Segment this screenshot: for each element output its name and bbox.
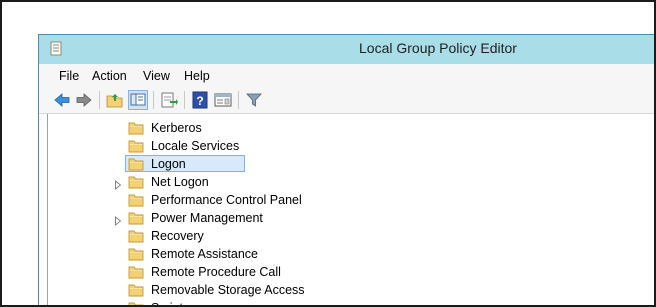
tree-item-label: Power Management: [151, 211, 263, 225]
tree-item-label: Kerberos: [151, 121, 202, 135]
toolbar: ?: [39, 87, 654, 114]
tree-item-label: Locale Services: [151, 139, 240, 153]
tree-item[interactable]: Remote Assistance: [48, 245, 648, 263]
tree-item-label: Remote Procedure Call: [151, 265, 281, 279]
menu-help[interactable]: Help: [184, 69, 210, 83]
folder-icon: [128, 301, 144, 305]
tree-item[interactable]: Recovery: [48, 227, 648, 245]
tree-item[interactable]: Remote Procedure Call: [48, 263, 648, 281]
folder-icon: [128, 193, 144, 207]
up-folder-icon[interactable]: [105, 90, 125, 110]
tree-item[interactable]: Scripts: [48, 299, 648, 305]
forward-icon[interactable]: [74, 90, 94, 110]
folder-icon: [128, 265, 144, 279]
folder-icon: [128, 229, 144, 243]
help-icon[interactable]: ?: [190, 90, 210, 110]
tree-item-label: Removable Storage Access: [151, 283, 305, 297]
tree-item[interactable]: Logon: [48, 155, 648, 173]
tree-item[interactable]: Removable Storage Access: [48, 281, 648, 299]
toolbar-separator: [153, 91, 154, 109]
app-window: Local Group Policy Editor File Action Vi…: [38, 34, 654, 305]
policy-tree[interactable]: Kerberos Locale Services Logon Net Logon Per…: [47, 114, 654, 305]
properties-view-icon[interactable]: [213, 90, 233, 110]
folder-icon: [128, 175, 144, 189]
folder-icon: [128, 139, 144, 153]
svg-text:?: ?: [196, 94, 203, 108]
tree-item-label: Remote Assistance: [151, 247, 258, 261]
folder-icon: [128, 247, 144, 261]
filter-icon[interactable]: [244, 90, 264, 110]
menu-file[interactable]: File: [59, 69, 79, 83]
menu-bar: File Action View Help: [39, 64, 654, 87]
folder-icon: [128, 211, 144, 225]
toolbar-separator: [99, 91, 100, 109]
tree-item-label: Performance Control Panel: [151, 193, 302, 207]
tree-item-label: Logon: [151, 157, 186, 171]
policy-editor-app-icon[interactable]: [50, 41, 62, 56]
tree-item[interactable]: Net Logon: [48, 173, 648, 191]
toolbar-separator: [184, 91, 185, 109]
screenshot-frame: Local Group Policy Editor File Action Vi…: [0, 0, 656, 307]
tree-item[interactable]: Power Management: [48, 209, 648, 227]
title-bar[interactable]: Local Group Policy Editor: [39, 35, 654, 64]
folder-icon: [128, 283, 144, 297]
tree-item[interactable]: Locale Services: [48, 137, 648, 155]
expand-arrow-icon[interactable]: [114, 177, 122, 190]
folder-icon: [128, 157, 144, 171]
back-icon[interactable]: [52, 90, 72, 110]
tree-item-label: Recovery: [151, 229, 204, 243]
tree-item[interactable]: Performance Control Panel: [48, 191, 648, 209]
menu-view[interactable]: View: [143, 69, 170, 83]
export-list-icon[interactable]: [159, 90, 179, 110]
toolbar-separator: [238, 91, 239, 109]
tree-item-label: Net Logon: [151, 175, 209, 189]
window-title: Local Group Policy Editor: [359, 40, 517, 56]
expand-arrow-icon[interactable]: [114, 213, 122, 226]
tree-item-label: Scripts: [151, 301, 189, 305]
show-hide-tree-icon[interactable]: [128, 90, 148, 110]
folder-icon: [128, 121, 144, 135]
menu-action[interactable]: Action: [92, 69, 127, 83]
tree-item[interactable]: Kerberos: [48, 119, 648, 137]
